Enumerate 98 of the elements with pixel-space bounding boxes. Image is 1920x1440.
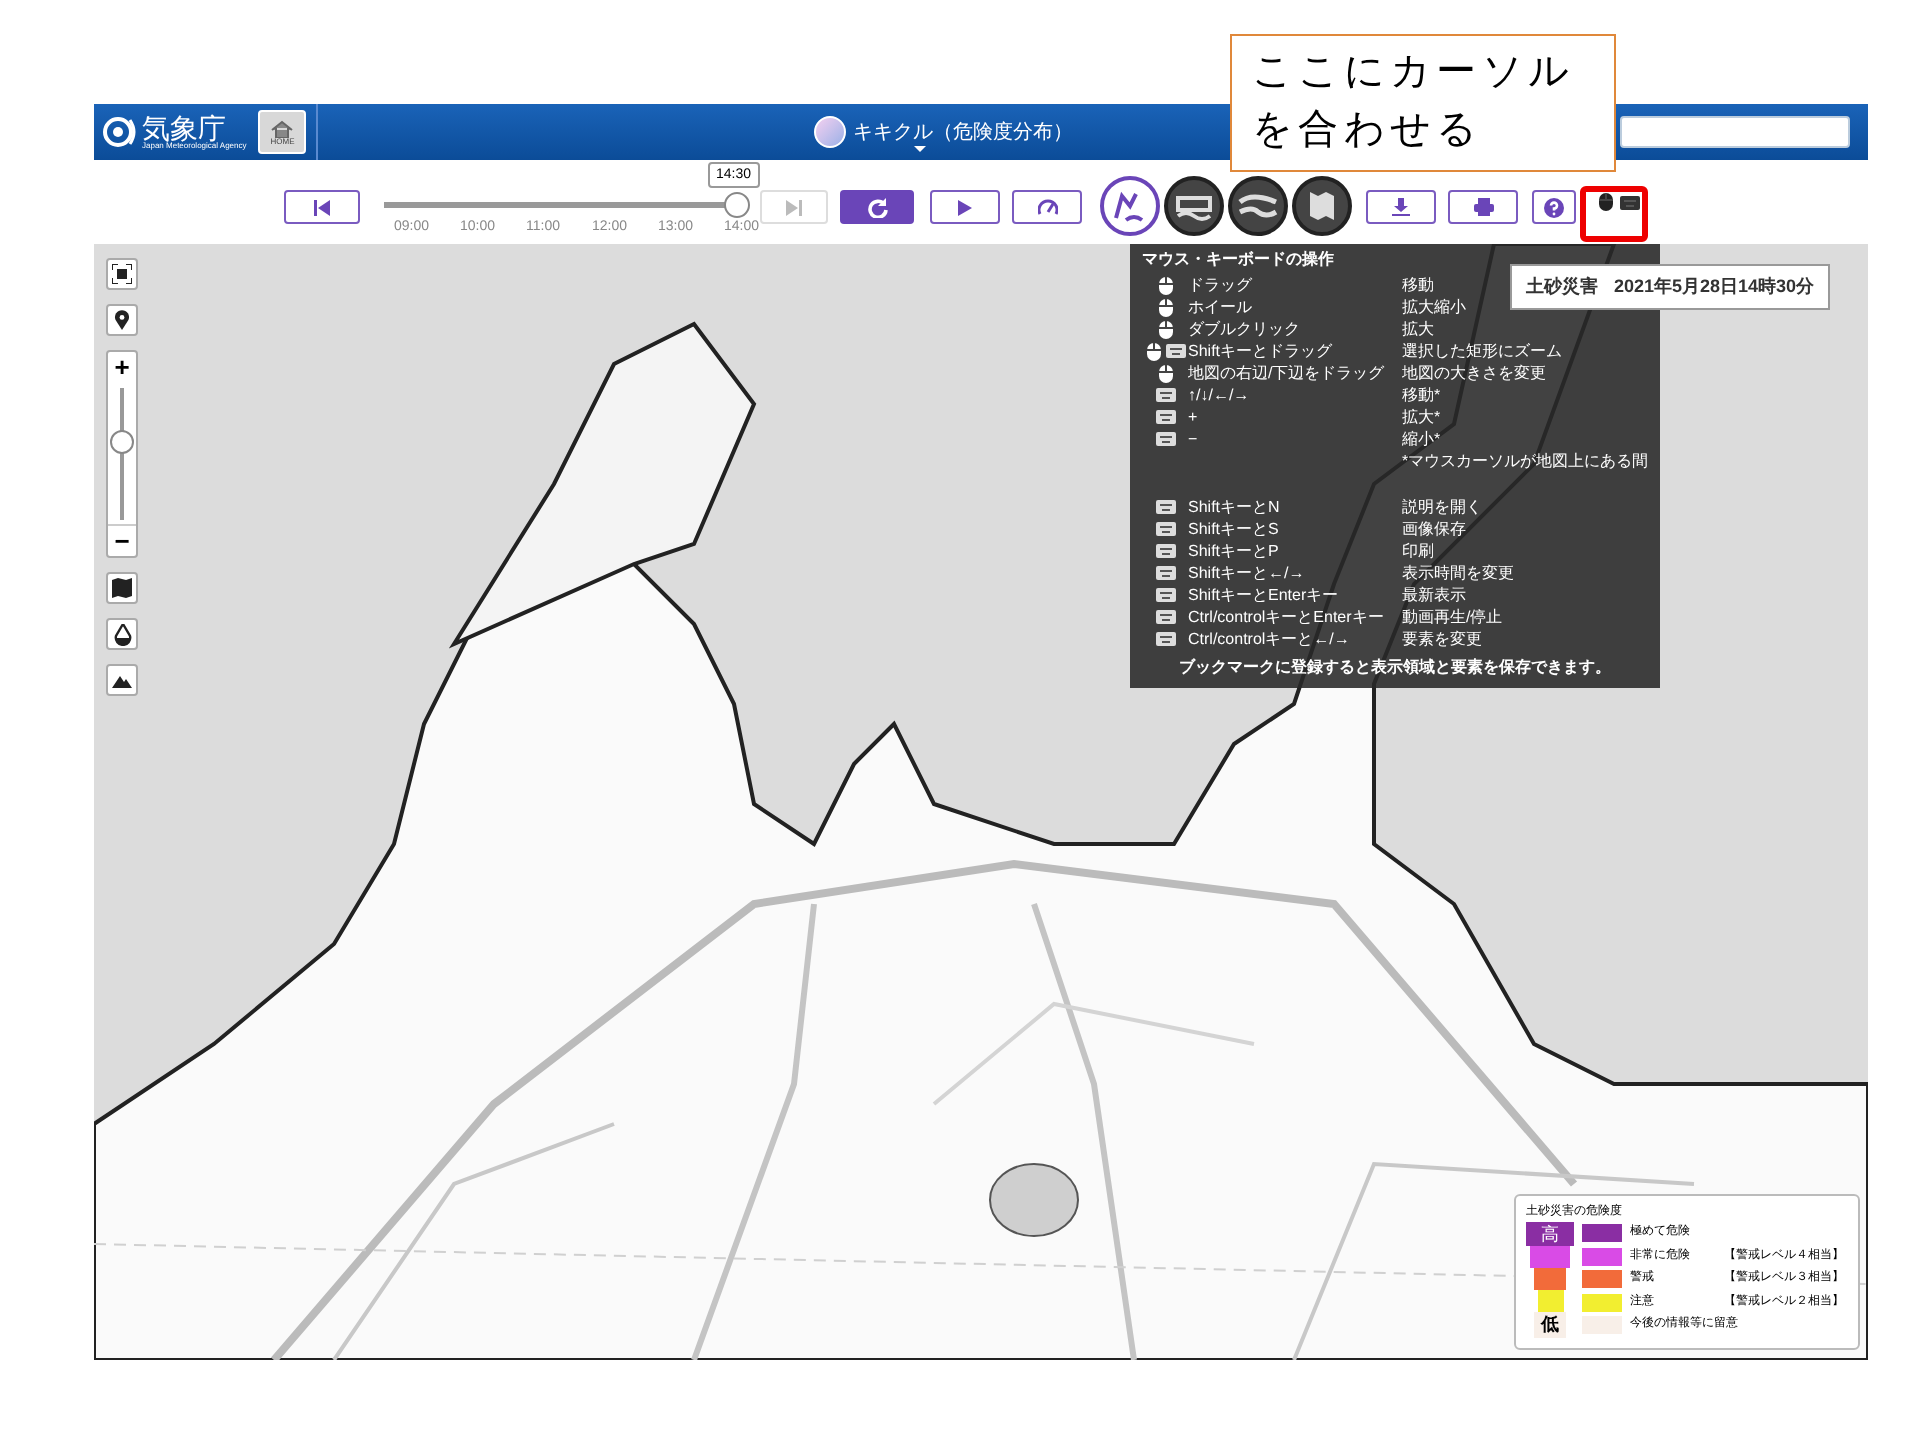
layer-button[interactable] bbox=[1292, 176, 1352, 236]
help-action: Ctrl/controlキーとEnterキー bbox=[1188, 606, 1386, 628]
drop-button[interactable] bbox=[106, 618, 138, 650]
location-button[interactable] bbox=[106, 304, 138, 336]
skip-forward-icon bbox=[786, 199, 802, 215]
keyboard-icon bbox=[1155, 566, 1175, 580]
first-frame-button[interactable] bbox=[284, 190, 360, 224]
help-result: 移動 bbox=[1402, 274, 1434, 296]
time-slider[interactable] bbox=[384, 192, 750, 218]
mountain-icon bbox=[112, 673, 132, 687]
keyboard-icon bbox=[1155, 432, 1175, 446]
callout-text: を合わせる bbox=[1252, 106, 1484, 156]
drop-icon bbox=[113, 623, 131, 645]
help-result: 要素を変更 bbox=[1402, 628, 1482, 650]
help-result: 地図の大きさを変更 bbox=[1402, 362, 1546, 384]
time-slider-thumb[interactable] bbox=[724, 192, 750, 218]
printer-icon bbox=[1473, 198, 1493, 216]
download-button[interactable] bbox=[1366, 190, 1436, 224]
help-action: ShiftキーとP bbox=[1188, 540, 1281, 562]
gauge-icon bbox=[1037, 198, 1057, 216]
print-button[interactable] bbox=[1448, 190, 1518, 224]
scale-band bbox=[1534, 1268, 1566, 1290]
status-label: 土砂災害 bbox=[1526, 273, 1598, 300]
map-layer-button[interactable] bbox=[106, 572, 138, 604]
help-result: 選択した矩形にズーム bbox=[1402, 340, 1562, 362]
zoom-in-button[interactable]: + bbox=[108, 352, 136, 384]
help-action: ドラッグ bbox=[1188, 274, 1254, 296]
scale-high: 高 bbox=[1526, 1222, 1574, 1246]
help-title: マウス・キーボードの操作 bbox=[1142, 248, 1336, 270]
keyboard-icon bbox=[1165, 344, 1185, 358]
terrain-button[interactable] bbox=[106, 664, 138, 696]
keyboard-icon bbox=[1155, 588, 1175, 602]
help-result: 最新表示 bbox=[1402, 584, 1466, 606]
keyboard-icon bbox=[1155, 500, 1175, 514]
help-action: Ctrl/controlキーと←/→ bbox=[1188, 628, 1352, 650]
logo-icon bbox=[102, 116, 138, 148]
keyboard-icon bbox=[1155, 610, 1175, 624]
help-result: 拡大* bbox=[1402, 406, 1441, 428]
layer-button[interactable] bbox=[1164, 176, 1224, 236]
pin-icon bbox=[114, 310, 130, 330]
callout-text: ここにカーソル bbox=[1252, 48, 1576, 98]
help-icon bbox=[1544, 197, 1564, 217]
help-action: ShiftキーとS bbox=[1188, 518, 1281, 540]
status-time: 2021年5月28日14時30分 bbox=[1614, 273, 1815, 300]
speed-button[interactable] bbox=[1012, 190, 1082, 224]
scale-low: 低 bbox=[1534, 1312, 1566, 1338]
help-action: + bbox=[1188, 406, 1200, 428]
help-action: ShiftキーとN bbox=[1188, 496, 1282, 518]
refresh-icon bbox=[867, 197, 887, 217]
layer-button[interactable] bbox=[1100, 176, 1160, 236]
help-result: 移動* bbox=[1402, 384, 1441, 406]
zoom-out-button[interactable]: − bbox=[108, 524, 136, 556]
mouse-icon bbox=[1598, 192, 1614, 212]
help-result: 表示時間を変更 bbox=[1402, 562, 1514, 584]
download-icon bbox=[1392, 198, 1410, 216]
fullscreen-button[interactable] bbox=[106, 258, 138, 290]
help-note: *マウスカーソルが地図上にある間 bbox=[1400, 450, 1648, 472]
play-icon bbox=[958, 199, 972, 215]
play-button[interactable] bbox=[930, 190, 1000, 224]
keyboard-icon bbox=[1155, 410, 1175, 424]
caret-icon bbox=[914, 146, 927, 152]
help-action: ダブルクリック bbox=[1188, 318, 1302, 340]
help-result: 印刷 bbox=[1402, 540, 1434, 562]
controls-info-button[interactable] bbox=[1598, 192, 1640, 212]
swirl-icon bbox=[814, 116, 847, 148]
zoom-slider-thumb[interactable] bbox=[110, 429, 134, 454]
help-result: 拡大縮小 bbox=[1402, 296, 1466, 318]
layer-button[interactable] bbox=[1228, 176, 1288, 236]
help-button[interactable] bbox=[1532, 190, 1576, 224]
keyboard-icon bbox=[1620, 195, 1640, 209]
help-action: ShiftキーとEnterキー bbox=[1188, 584, 1341, 606]
scale-band bbox=[1537, 1290, 1563, 1312]
search-field[interactable] bbox=[1620, 116, 1850, 148]
latest-button[interactable] bbox=[840, 190, 914, 224]
help-action: Shiftキーと←/→ bbox=[1188, 562, 1307, 584]
help-action: Shiftキーとドラッグ bbox=[1188, 340, 1335, 362]
keyboard-icon bbox=[1155, 632, 1175, 646]
help-action: ↑/↓/←/→ bbox=[1188, 384, 1252, 406]
skip-back-icon bbox=[314, 199, 330, 215]
help-footer: ブックマークに登録すると表示領域と要素を保存できます。 bbox=[1142, 656, 1648, 678]
expand-icon bbox=[112, 264, 132, 284]
zoom-slider[interactable] bbox=[110, 387, 134, 521]
help-result: 拡大 bbox=[1402, 318, 1434, 340]
logo-text: 気象庁 bbox=[142, 114, 226, 142]
scale-band bbox=[1530, 1246, 1570, 1268]
help-action: 地図の右辺/下辺をドラッグ bbox=[1188, 362, 1387, 384]
help-action: ホイール bbox=[1188, 296, 1254, 318]
map-icon bbox=[112, 578, 132, 598]
keyboard-icon bbox=[1155, 388, 1175, 402]
help-result: 画像保存 bbox=[1402, 518, 1466, 540]
product-title-button[interactable]: キキクル（危険度分布） bbox=[814, 116, 1073, 148]
keyboard-icon bbox=[1155, 522, 1175, 536]
keyboard-icon bbox=[1155, 544, 1175, 558]
help-action: − bbox=[1188, 428, 1200, 450]
house-icon bbox=[270, 119, 295, 137]
help-result: 動画再生/停止 bbox=[1402, 606, 1503, 628]
help-result: 説明を開く bbox=[1402, 496, 1482, 518]
help-result: 縮小* bbox=[1402, 428, 1441, 450]
